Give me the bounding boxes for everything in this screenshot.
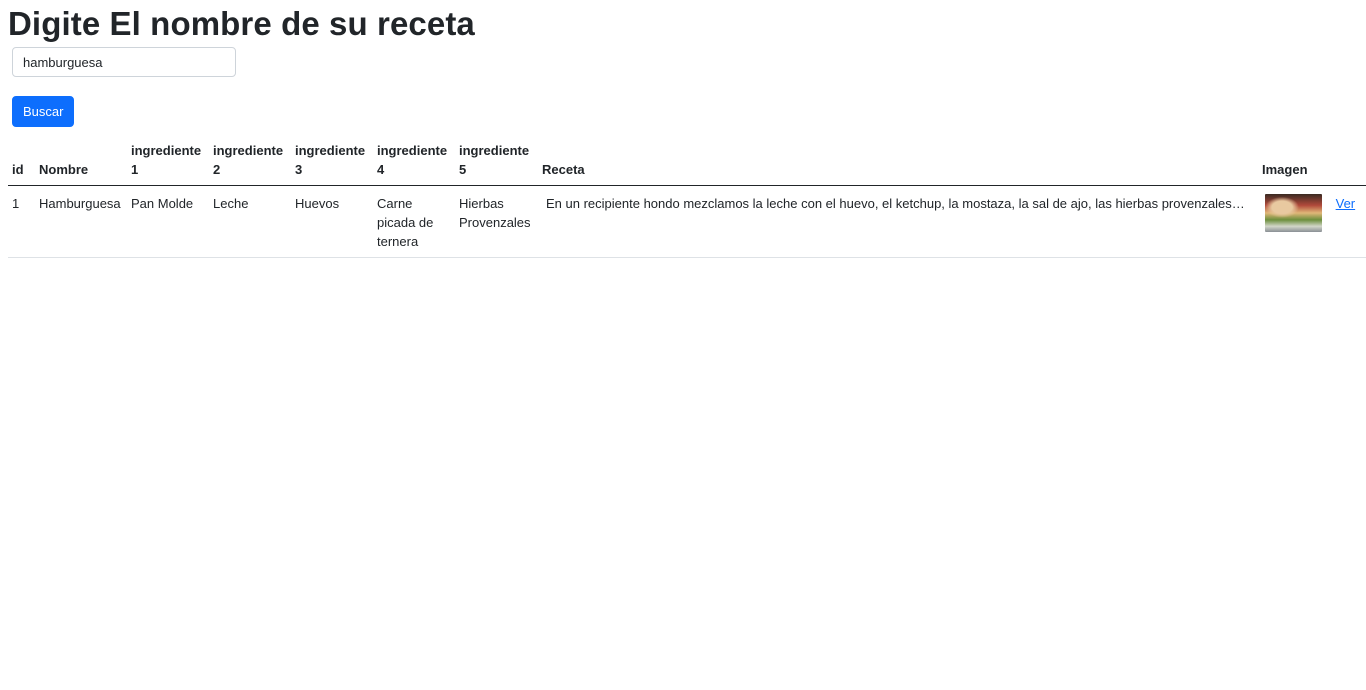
cell-receta: En un recipiente hondo mezclamos la lech… <box>538 185 1258 258</box>
cell-id: 1 <box>8 185 35 258</box>
header-row: id Nombre ingrediente 1 ingrediente 2 in… <box>8 137 1366 186</box>
header-ingrediente-2: ingrediente 2 <box>209 137 291 186</box>
burger-photo-icon <box>1265 194 1322 232</box>
buscar-button[interactable]: Buscar <box>12 96 75 127</box>
table-header: id Nombre ingrediente 1 ingrediente 2 in… <box>8 137 1366 186</box>
header-ingrediente-1: ingrediente 1 <box>127 137 209 186</box>
search-input[interactable] <box>12 47 236 77</box>
search-container <box>12 47 1358 77</box>
header-receta: Receta <box>538 137 1258 186</box>
header-imagen: Imagen <box>1258 137 1366 186</box>
header-ingrediente-3: ingrediente 3 <box>291 137 373 186</box>
receta-text: En un recipiente hondo mezclamos la lech… <box>546 196 1246 211</box>
cell-ingrediente-2: Leche <box>209 185 291 258</box>
header-id: id <box>8 137 35 186</box>
cell-imagen: Ver <box>1258 185 1366 258</box>
cell-ingrediente-1: Pan Molde <box>127 185 209 258</box>
cell-ingrediente-4: Carne picada de ternera <box>373 185 455 258</box>
button-container: Buscar <box>12 96 1358 127</box>
cell-ingrediente-3: Huevos <box>291 185 373 258</box>
recipes-table: id Nombre ingrediente 1 ingrediente 2 in… <box>8 137 1366 258</box>
header-nombre: Nombre <box>35 137 127 186</box>
table-row: 1 Hamburguesa Pan Molde Leche Huevos Car… <box>8 185 1366 258</box>
page-title: Digite El nombre de su receta <box>8 5 475 42</box>
page: Digite El nombre de su receta Buscar id … <box>0 0 1366 258</box>
header-ingrediente-4: ingrediente 4 <box>373 137 455 186</box>
ver-link[interactable]: Ver <box>1336 196 1356 211</box>
cell-nombre: Hamburguesa <box>35 185 127 258</box>
table-body: 1 Hamburguesa Pan Molde Leche Huevos Car… <box>8 185 1366 258</box>
header-ingrediente-5: ingrediente 5 <box>455 137 538 186</box>
cell-ingrediente-5: Hierbas Provenzales <box>455 185 538 258</box>
